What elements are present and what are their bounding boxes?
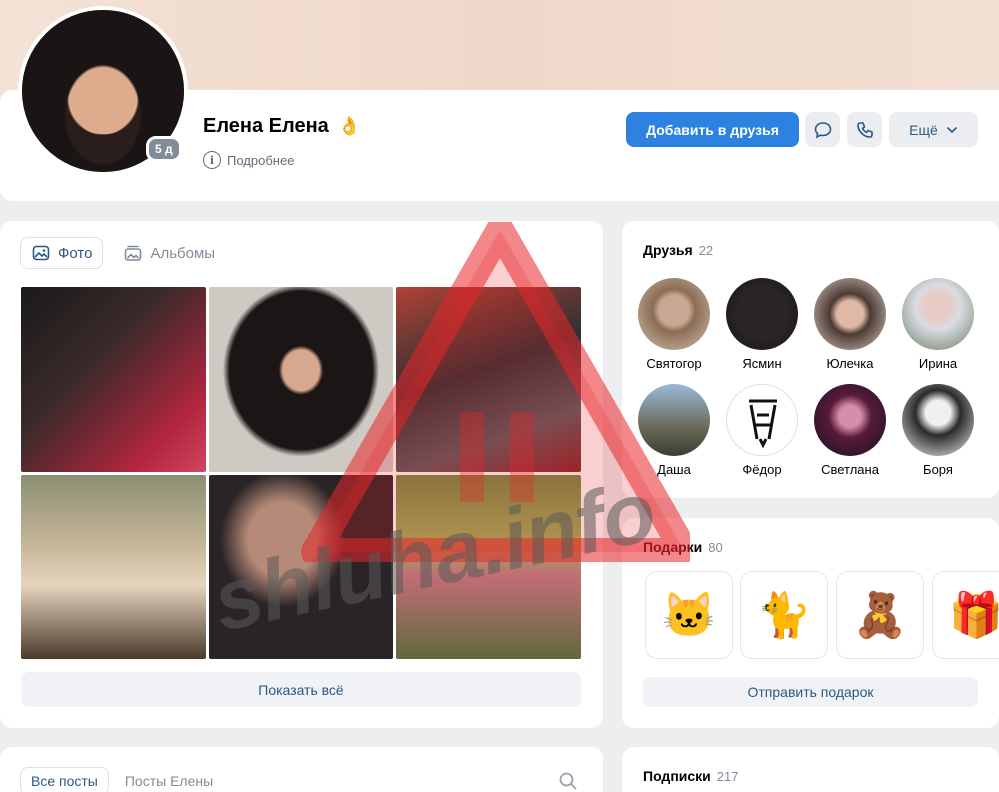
message-icon bbox=[814, 121, 831, 138]
friend-item[interactable]: Фёдор bbox=[722, 384, 802, 477]
post-tabs: Все посты Посты Елены bbox=[20, 767, 223, 792]
user-name: Елена Елена bbox=[203, 115, 329, 137]
posts-section: Все посты Посты Елены bbox=[0, 747, 603, 792]
friend-logo bbox=[749, 399, 777, 449]
details-link[interactable]: i Подробнее bbox=[203, 151, 294, 169]
more-button[interactable]: Ещё bbox=[889, 112, 978, 147]
friend-name: Фёдор bbox=[742, 462, 782, 477]
photo-grid bbox=[21, 287, 581, 659]
search-icon[interactable] bbox=[558, 771, 578, 791]
gift-item[interactable]: 🎁 bbox=[932, 571, 999, 659]
gift-item[interactable]: 🐱 bbox=[645, 571, 733, 659]
friend-name: Ясмин bbox=[742, 356, 782, 371]
friend-name: Ирина bbox=[918, 356, 958, 371]
subscriptions-header[interactable]: Подписки 217 bbox=[643, 768, 738, 784]
photo-thumbnail[interactable] bbox=[208, 287, 394, 472]
subscriptions-title: Подписки bbox=[643, 768, 711, 784]
photo-tabs: Фото Альбомы bbox=[20, 237, 225, 269]
gifts-section: Подарки 80 🐱 🐈 🧸 🎁 Отправить подарок bbox=[622, 518, 999, 728]
friend-avatar bbox=[638, 384, 710, 456]
friend-name: Святогор bbox=[646, 356, 702, 371]
photo-thumbnail[interactable] bbox=[208, 474, 394, 659]
subscriptions-count: 217 bbox=[716, 769, 739, 784]
friend-name: Светлана bbox=[821, 462, 879, 477]
friend-name: Боря bbox=[923, 462, 953, 477]
friend-item[interactable]: Ирина bbox=[898, 278, 978, 371]
friend-name: Даша bbox=[657, 462, 691, 477]
friend-avatar bbox=[814, 384, 886, 456]
friend-name: Юлечка bbox=[826, 356, 874, 371]
details-label: Подробнее bbox=[227, 152, 295, 168]
tab-label: Альбомы bbox=[150, 244, 216, 262]
add-friend-button[interactable]: Добавить в друзья bbox=[626, 112, 799, 147]
friend-item[interactable]: Святогор bbox=[634, 278, 714, 371]
gifts-title: Подарки bbox=[643, 539, 703, 555]
friend-avatar bbox=[726, 278, 798, 350]
message-button[interactable] bbox=[805, 112, 840, 147]
send-gift-button[interactable]: Отправить подарок bbox=[643, 677, 978, 707]
chevron-down-icon bbox=[947, 126, 957, 133]
tab-all-posts[interactable]: Все посты bbox=[20, 767, 109, 792]
page-title: Елена Елена 👌 bbox=[203, 115, 361, 138]
friends-header[interactable]: Друзья 22 bbox=[643, 242, 713, 258]
more-label: Ещё bbox=[909, 121, 938, 138]
friend-item[interactable]: Юлечка bbox=[810, 278, 890, 371]
tab-albums[interactable]: Альбомы bbox=[113, 237, 225, 269]
friend-avatar bbox=[902, 278, 974, 350]
gifts-count: 80 bbox=[708, 540, 723, 555]
tab-label: Фото bbox=[58, 244, 93, 262]
show-all-button[interactable]: Показать всё bbox=[21, 672, 581, 707]
friends-section: Друзья 22 Святогор Ясмин Юлечка Ирина Даш… bbox=[622, 221, 999, 498]
gifts-header[interactable]: Подарки 80 bbox=[643, 539, 723, 555]
friends-title: Друзья bbox=[643, 242, 693, 258]
photo-icon bbox=[32, 245, 50, 261]
gift-item[interactable]: 🐈 bbox=[740, 571, 828, 659]
subscriptions-section: Подписки 217 bbox=[622, 747, 999, 792]
friend-avatar bbox=[814, 278, 886, 350]
friend-avatar bbox=[726, 384, 798, 456]
status-emoji: 👌 bbox=[338, 116, 361, 136]
friend-item[interactable]: Светлана bbox=[810, 384, 890, 477]
phone-icon bbox=[856, 121, 873, 138]
friends-count: 22 bbox=[698, 243, 714, 258]
call-button[interactable] bbox=[847, 112, 882, 147]
album-icon bbox=[125, 245, 142, 261]
friend-item[interactable]: Ясмин bbox=[722, 278, 802, 371]
photo-thumbnail[interactable] bbox=[21, 287, 206, 472]
photo-thumbnail[interactable] bbox=[396, 474, 581, 659]
tab-photos[interactable]: Фото bbox=[20, 237, 104, 269]
friend-item[interactable]: Боря bbox=[898, 384, 978, 477]
friend-item[interactable]: Даша bbox=[634, 384, 714, 477]
friend-avatar bbox=[638, 278, 710, 350]
photo-thumbnail[interactable] bbox=[21, 474, 206, 659]
gift-item[interactable]: 🧸 bbox=[836, 571, 924, 659]
info-icon: i bbox=[203, 151, 221, 169]
tab-own-posts[interactable]: Посты Елены bbox=[115, 767, 223, 792]
photos-section: Фото Альбомы Показать всё bbox=[0, 221, 603, 728]
friend-avatar bbox=[902, 384, 974, 456]
photo-thumbnail[interactable] bbox=[396, 287, 581, 472]
last-seen-badge: 5 д bbox=[146, 136, 182, 162]
